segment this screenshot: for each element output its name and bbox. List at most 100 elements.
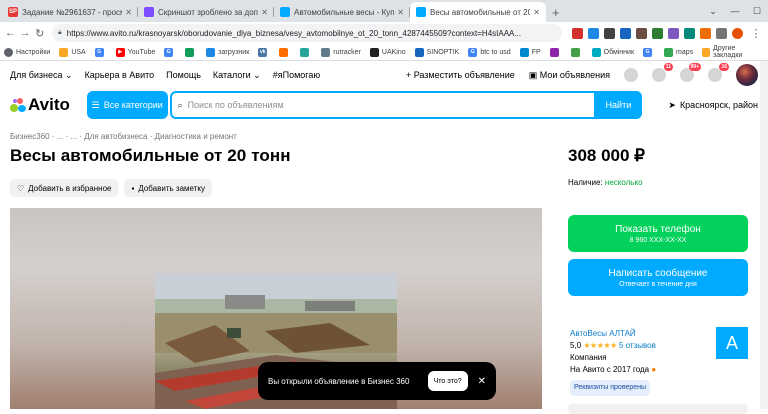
browser-tab[interactable]: SP Задание №2961637 - просмотр з✕ — [2, 2, 138, 22]
folder-icon — [59, 47, 69, 57]
nav-help[interactable]: Помощь — [166, 70, 201, 80]
bookmark-youtube[interactable]: ▶ YouTube — [115, 47, 155, 57]
reload-icon[interactable]: ↻ — [33, 25, 46, 41]
listing-title: Весы автомобильные от 20 тонн — [10, 146, 291, 165]
show-phone-button[interactable]: Показать телефон 8 960 XXX-XX-XX — [568, 215, 748, 252]
cart-icon[interactable]: 16 — [708, 63, 729, 82]
add-note-button[interactable]: ▪ Добавить заметку — [124, 179, 212, 197]
close-tab-icon[interactable]: ✕ — [397, 8, 404, 17]
close-tab-icon[interactable]: ✕ — [533, 8, 540, 17]
bookmark-zagruznik[interactable]: загрузник — [206, 47, 249, 57]
ext-flag-icon[interactable] — [588, 27, 600, 39]
ext-icon[interactable] — [668, 27, 680, 39]
bookmark-icon[interactable] — [300, 47, 312, 57]
bookmark-rutracker[interactable]: rutracker — [321, 47, 361, 57]
close-icon[interactable]: ✕ — [478, 376, 486, 387]
bookmark-vk[interactable]: vk — [258, 47, 270, 57]
screenshot-favicon-icon — [144, 7, 154, 17]
seller-rating: 5,0 ★★★★★ 5 отзывов — [570, 341, 656, 350]
browser-tab[interactable]: Скриншот зроблено за допомогою✕ — [138, 2, 274, 22]
bookmark-icon[interactable] — [549, 47, 562, 57]
back-icon[interactable]: ← — [4, 25, 17, 41]
bookmark-google[interactable]: G — [164, 47, 176, 57]
bookmark-icon[interactable] — [279, 47, 291, 57]
new-tab-button[interactable]: + — [546, 2, 566, 22]
menu-icon[interactable]: ⋮ — [748, 25, 764, 41]
nav-catalogs[interactable]: Каталоги ⌄ — [213, 70, 261, 81]
maps-icon — [664, 47, 674, 57]
bookmark-maps[interactable]: maps — [664, 47, 693, 57]
ext-icon[interactable] — [684, 27, 696, 39]
ext-icon[interactable] — [620, 27, 632, 39]
bookmark-sinoptik[interactable]: SINOPTIK — [414, 47, 459, 57]
avito-logo[interactable]: Avito — [10, 95, 87, 115]
user-avatar[interactable] — [736, 64, 758, 86]
search-input[interactable]: ⌕ Поиск по объявлениям — [172, 93, 595, 117]
google-icon: G — [468, 47, 478, 57]
vk-icon: vk — [258, 47, 268, 57]
ext-icon[interactable] — [604, 27, 616, 39]
what-is-this-button[interactable]: Что это? — [427, 371, 468, 391]
seller-name[interactable]: АвтоВесы АЛТАЙ — [570, 328, 656, 340]
seller-avatar[interactable]: А — [716, 327, 748, 359]
uakino-icon — [369, 47, 379, 57]
ltc-icon[interactable] — [652, 27, 664, 39]
heart-icon[interactable] — [624, 68, 638, 82]
search-button[interactable]: Найти — [594, 91, 643, 119]
bookmark-usa[interactable]: USA — [59, 47, 86, 57]
reviews-link[interactable]: 5 отзывов — [619, 341, 656, 350]
bookmark-google[interactable]: G — [643, 47, 655, 57]
other-bookmarks[interactable]: Другие закладки — [702, 45, 760, 59]
browser-tab-active[interactable]: Весы автомобильные от 20 тонн✕ — [410, 2, 546, 22]
bookmark-uakino[interactable]: UAKino — [369, 47, 406, 57]
ext-icon[interactable] — [700, 27, 712, 39]
lock-icon: 🔒︎ — [58, 29, 62, 36]
header-actions: + Разместить объявление ▣ Мои объявления… — [406, 63, 758, 86]
avito-favicon-icon — [280, 7, 290, 17]
bookmark-obminnyk[interactable]: Обмінник — [591, 47, 634, 57]
bookmark-fp[interactable]: FP — [519, 47, 541, 57]
write-message-button[interactable]: Написать сообщение Отвечает в течение дн… — [568, 259, 748, 296]
all-categories-button[interactable]: ☰ Все категории — [86, 91, 168, 119]
nav-career[interactable]: Карьера в Авито — [85, 70, 155, 80]
minimize-icon[interactable]: — — [724, 0, 746, 22]
breadcrumb-item[interactable]: ... — [71, 132, 78, 141]
site-icon — [279, 47, 289, 57]
bookmark-icon[interactable] — [570, 47, 583, 57]
bookmark-btc[interactable]: Gbtc to usd — [468, 47, 511, 57]
ext-icon[interactable] — [636, 27, 648, 39]
my-ads-link[interactable]: ▣ Мои объявления — [529, 70, 610, 81]
bookmark-icon[interactable] — [185, 47, 197, 57]
browser-tab[interactable]: Автомобильные весы - Купить о✕ — [274, 2, 410, 22]
breadcrumb-item[interactable]: Диагностика и ремонт — [155, 132, 237, 141]
post-ad-link[interactable]: + Разместить объявление — [406, 70, 515, 80]
bookmark-settings[interactable]: Настройки — [4, 47, 50, 57]
location-selector[interactable]: ➤ Красноярск, район — [668, 100, 758, 111]
download-icon — [206, 47, 216, 57]
close-tab-icon[interactable]: ✕ — [261, 8, 268, 17]
profile-icon[interactable] — [732, 27, 744, 39]
toast-text: Вы открыли объявление в Бизнес 360 — [268, 376, 410, 386]
add-favorite-button[interactable]: ♡ Добавить в избранное — [10, 179, 119, 197]
message-icon[interactable]: 11 — [652, 63, 673, 82]
nav-ya-pomogayu[interactable]: #яПомогаю — [273, 70, 320, 80]
reply-time: Отвечает в течение дня — [619, 280, 697, 288]
ext-icon[interactable] — [716, 27, 728, 39]
close-tab-icon[interactable]: ✕ — [125, 8, 132, 17]
page-scrollbar[interactable] — [760, 61, 768, 409]
url-bar[interactable]: 🔒︎ https://www.avito.ru/krasnoyarsk/oboru… — [52, 24, 563, 42]
bookmark-google[interactable]: G — [94, 47, 107, 57]
note-icon: ▪ — [131, 183, 135, 193]
youtube-icon: ▶ — [115, 47, 125, 57]
breadcrumb-item[interactable]: Бизнес360 — [10, 132, 50, 141]
nav-business[interactable]: Для бизнеса ⌄ — [10, 70, 73, 81]
search-icon: ⌕ — [177, 99, 183, 110]
ext-flag-icon[interactable] — [572, 27, 584, 39]
forward-icon[interactable]: → — [19, 25, 32, 41]
bell-icon[interactable]: 99+ — [680, 63, 701, 82]
tab-search-icon[interactable]: ⌄ — [702, 0, 724, 22]
breadcrumb-item[interactable]: ... — [57, 132, 64, 141]
url-text: https://www.avito.ru/krasnoyarsk/oborudo… — [66, 28, 522, 38]
maximize-icon[interactable]: ☐ — [746, 0, 768, 22]
breadcrumb-item[interactable]: Для автобизнеса — [84, 132, 147, 141]
